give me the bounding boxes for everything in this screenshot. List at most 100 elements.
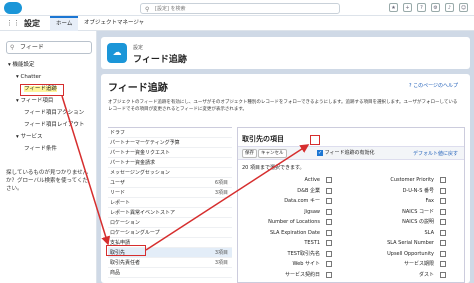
- tree-item[interactable]: ▾ サービス: [16, 133, 43, 141]
- object-row[interactable]: パートナー資金リクエスト: [108, 148, 232, 158]
- field-label: SLA Expiration Date: [269, 229, 320, 236]
- restore-defaults-link[interactable]: デフォルト値に戻す: [413, 150, 458, 157]
- tree-item[interactable]: フィード条件: [24, 145, 57, 153]
- field-label: Customer Priority: [390, 177, 434, 183]
- tree-item[interactable]: ▾ Chatter: [16, 73, 41, 81]
- object-row[interactable]: リード 3項目: [108, 188, 232, 198]
- object-name: ユーザ: [110, 180, 125, 186]
- object-row[interactable]: ロケーショングループ: [108, 228, 232, 238]
- main-content: ☁ 設定 フィード追跡 フィード追跡 ? このページのヘルプ オブジェクトのフィ…: [97, 31, 474, 283]
- object-name: ドラフ: [110, 130, 126, 136]
- plus-icon[interactable]: +: [403, 3, 412, 12]
- tree-item[interactable]: フィード項目アクション: [24, 109, 84, 117]
- tree-item[interactable]: ▾ フィード項目: [16, 97, 53, 105]
- no-result-text: 探しているものが見つかりませんか？グローバル検索を使ってください。: [6, 170, 89, 192]
- field-checkbox[interactable]: [440, 250, 446, 257]
- object-row[interactable]: 商品: [108, 268, 232, 278]
- object-name: パートナーマーケティング予算: [110, 140, 180, 146]
- setup-search-input[interactable]: ⚲ [設定] を検索: [140, 3, 340, 14]
- tree-item[interactable]: フィード項目レイアウト: [24, 121, 84, 129]
- field-checkbox[interactable]: [440, 177, 446, 183]
- setup-sidebar: ⚲ フィード ▾ 機能設定 ▾ Chatter フィード追跡 ▾ フィード項目 フィード…: [0, 31, 97, 283]
- tree-item-label: フィード項目アクション: [24, 110, 85, 116]
- object-count: 3項目: [214, 260, 228, 266]
- field-label: Fax: [425, 198, 434, 204]
- app-launcher-icon[interactable]: ⋮⋮: [6, 19, 20, 28]
- field-checkbox[interactable]: [326, 219, 332, 225]
- help-icon[interactable]: ?: [417, 3, 426, 12]
- help-link-label: このページのヘルプ: [413, 83, 458, 89]
- field-label: SLA Serial Number: [387, 240, 434, 246]
- object-row[interactable]: 取引先責任者 3項目: [108, 258, 232, 268]
- field-checkbox[interactable]: [440, 271, 446, 278]
- field-label: D-U-N-S 番号: [402, 187, 434, 194]
- field-checkbox[interactable]: [326, 208, 332, 215]
- object-count: 6項目: [214, 180, 228, 186]
- field-label: NAICS の説明: [402, 219, 434, 225]
- field-checkbox[interactable]: [440, 187, 446, 194]
- object-row[interactable]: パートナーマーケティング予算: [108, 138, 232, 148]
- gear-icon[interactable]: ⚙: [431, 3, 440, 12]
- bell-icon[interactable]: ♪: [445, 3, 454, 12]
- app-name: 設定: [24, 19, 40, 28]
- object-name: ロケーショングループ: [110, 230, 160, 236]
- salesforce-logo[interactable]: [4, 2, 22, 14]
- object-name: レポート異常イベントストア: [110, 210, 176, 216]
- field-label: Active: [304, 177, 320, 183]
- avatar-icon[interactable]: ☺: [459, 3, 468, 12]
- star-icon[interactable]: ★: [389, 3, 398, 12]
- cancel-button[interactable]: キャンセル: [258, 149, 287, 158]
- field-checkbox[interactable]: [326, 240, 332, 246]
- tree-item-label: サービス: [20, 134, 43, 140]
- enable-checkbox[interactable]: ✓: [317, 149, 323, 156]
- tree-item-label: Chatter: [20, 74, 42, 80]
- annotation-box-object: [106, 245, 146, 256]
- search-icon: ⚲: [10, 44, 15, 51]
- field-checkbox[interactable]: [326, 250, 332, 257]
- field-label: SLA: [424, 229, 435, 236]
- help-link[interactable]: ? このページのヘルプ: [409, 82, 458, 89]
- field-checkbox[interactable]: [326, 198, 332, 204]
- save-button[interactable]: 保存: [242, 149, 257, 158]
- field-checkbox[interactable]: [440, 229, 446, 236]
- field-checkbox[interactable]: [326, 229, 332, 236]
- tab-object-manager[interactable]: オブジェクトマネージャ: [78, 16, 150, 31]
- tab-home[interactable]: ホーム: [50, 16, 79, 31]
- search-placeholder: [設定] を検索: [155, 6, 186, 12]
- object-row[interactable]: レポート異常イベントストア: [108, 208, 232, 218]
- field-checkbox[interactable]: [440, 198, 446, 204]
- field-checkbox[interactable]: [326, 177, 332, 183]
- field-checkbox[interactable]: [440, 240, 446, 246]
- field-label: Upsell Opportunity: [387, 250, 434, 257]
- object-row[interactable]: レポート: [108, 198, 232, 208]
- object-row[interactable]: メッセージングセッション: [108, 168, 232, 178]
- object-count: 3項目: [214, 190, 228, 196]
- object-row[interactable]: ドラフ: [108, 128, 232, 138]
- field-label: NAICS コード: [402, 208, 434, 215]
- tree-item-label: フィード条件: [24, 146, 57, 152]
- breadcrumb: 設定: [133, 45, 144, 51]
- field-checkbox[interactable]: [326, 261, 332, 267]
- field-checkbox[interactable]: [440, 261, 446, 267]
- enable-feed-tracking[interactable]: ✓ フィード追跡の有効化: [317, 149, 375, 158]
- field-checkbox[interactable]: [326, 271, 332, 278]
- object-name: ロケーション: [110, 220, 140, 226]
- limit-text: 20 項目まで選択できます。: [242, 165, 305, 171]
- field-label: サービス契約日: [284, 271, 320, 278]
- object-count: 3項目: [214, 250, 228, 256]
- tree-item-label: フィード項目: [20, 98, 54, 104]
- field-label: Data.com キー: [284, 198, 320, 204]
- object-list: ドラフパートナーマーケティング予算パートナー資金リクエスト パートナー資金請求 メッ…: [108, 127, 232, 283]
- object-row[interactable]: ユーザ 6項目: [108, 178, 232, 188]
- field-checkbox[interactable]: [440, 219, 446, 225]
- object-name: 商品: [110, 270, 121, 276]
- quick-find-input[interactable]: ⚲ フィード: [6, 41, 92, 54]
- field-checkbox[interactable]: [326, 187, 332, 194]
- object-row[interactable]: ロケーション: [108, 218, 232, 228]
- tree-item-label: 機能設定: [12, 62, 35, 68]
- search-icon: ⚲: [145, 6, 150, 13]
- annotation-box-checkbox: [310, 135, 320, 145]
- field-checkbox[interactable]: [440, 208, 446, 215]
- tree-item[interactable]: ▾ 機能設定: [8, 61, 35, 69]
- object-row[interactable]: パートナー資金請求: [108, 158, 232, 168]
